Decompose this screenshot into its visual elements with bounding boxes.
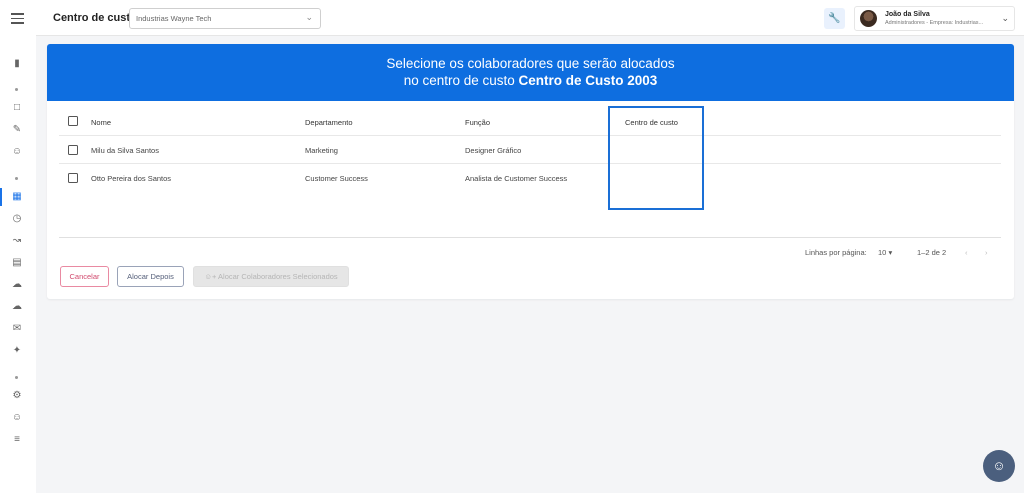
banner-line-2-prefix: no centro de custo (403, 73, 519, 88)
chat-icon[interactable]: ▤ (10, 256, 24, 270)
cost-center-name: Centro de Custo 2003 (518, 73, 658, 88)
rows-per-page-value: 10 (878, 248, 887, 257)
cost-center-column-highlight (608, 106, 704, 210)
column-header-funcao[interactable]: Função (465, 118, 490, 127)
user-role: Administradores - Empresa: Industrias... (885, 20, 984, 26)
chevron-down-icon: ⌄ (305, 12, 313, 22)
nav-separator-dot (15, 88, 18, 91)
row-checkbox[interactable] (68, 173, 78, 183)
top-bar: Centro de custo Industrias Wayne Tech ⌄ … (36, 0, 1024, 36)
allocation-banner: Selecione os colaboradores que serão alo… (47, 44, 1014, 101)
nav-separator-dot (15, 177, 18, 180)
settings-icon[interactable]: ⚙ (10, 389, 24, 403)
tool-icon[interactable]: ✦ (10, 344, 24, 358)
page-title: Centro de custo (53, 12, 137, 24)
select-all-checkbox[interactable] (68, 116, 78, 126)
chevron-left-icon[interactable]: ‹ (965, 248, 968, 257)
cell-nome: Otto Pereira dos Santos (91, 174, 172, 183)
nav-separator-dot (15, 376, 18, 379)
side-nav-rail: ▮ □ ✎ ☺ ▦ ◷ ↝ ▤ ☁ ☁ ✉ ✦ ⚙ ☺ ≡ (0, 0, 36, 493)
wrench-icon[interactable]: 🔧 (824, 8, 845, 29)
row-checkbox[interactable] (68, 145, 78, 155)
cloud-sync-icon[interactable]: ☁ (10, 300, 24, 314)
chevron-down-icon: ⌄ (1001, 13, 1009, 23)
caret-down-icon: ▾ (888, 248, 893, 257)
mail-icon[interactable]: ✉ (10, 322, 24, 336)
cell-departamento: Marketing (305, 146, 338, 155)
support-icon[interactable]: ☺ (983, 450, 1015, 482)
table-row[interactable]: Milu da Silva Santos Marketing Designer … (59, 136, 1001, 164)
column-header-departamento[interactable]: Departamento (305, 118, 353, 127)
menu-icon[interactable] (11, 13, 24, 24)
column-header-nome[interactable]: Nome (91, 118, 111, 127)
cancel-button[interactable]: Cancelar (60, 266, 109, 287)
cloud-icon[interactable]: ☁ (10, 278, 24, 292)
cell-nome: Milu da Silva Santos (91, 146, 159, 155)
allocation-card: Selecione os colaboradores que serão alo… (47, 44, 1014, 299)
pagination-range: 1–2 de 2 (917, 248, 947, 257)
dashboard-icon[interactable]: ▮ (10, 57, 24, 71)
cell-departamento: Customer Success (305, 174, 368, 183)
allocate-later-button[interactable]: Alocar Depois (117, 266, 184, 287)
company-select-value: Industrias Wayne Tech (136, 14, 212, 23)
cost-center-icon[interactable]: ▦ (10, 190, 24, 204)
banner-line-2: no centro de custo Centro de Custo 2003 (47, 73, 1014, 88)
active-nav-indicator (0, 188, 2, 206)
person-icon[interactable]: ☺ (10, 145, 24, 159)
user-name: João da Silva (885, 11, 930, 18)
edit-icon[interactable]: ✎ (10, 123, 24, 137)
avatar (860, 10, 877, 27)
user-menu[interactable]: João da Silva Administradores - Empresa:… (854, 6, 1015, 31)
cell-funcao: Designer Gráfico (465, 146, 522, 155)
checklist-icon[interactable]: ≡ (10, 433, 24, 447)
rows-per-page-label: Linhas por página: (805, 248, 867, 257)
banner-line-1: Selecione os colaboradores que serão alo… (386, 56, 675, 71)
allocate-selected-label: Alocar Colaboradores Selecionados (218, 272, 338, 281)
allocate-selected-button[interactable]: ☺+ Alocar Colaboradores Selecionados (193, 266, 349, 287)
chevron-right-icon[interactable]: › (985, 248, 988, 257)
table-row[interactable]: Otto Pereira dos Santos Customer Success… (59, 164, 1001, 192)
employees-table: Nome Departamento Função Centro de custo… (59, 107, 1001, 238)
add-person-icon: ☺+ (204, 272, 217, 281)
rows-per-page-select[interactable]: 10 ▾ (878, 248, 892, 257)
table-header: Nome Departamento Função Centro de custo (59, 107, 1001, 136)
chart-line-icon[interactable]: ↝ (10, 234, 24, 248)
company-select[interactable]: Industrias Wayne Tech ⌄ (129, 8, 321, 29)
document-icon[interactable]: □ (10, 101, 24, 115)
user-icon[interactable]: ☺ (10, 411, 24, 425)
cell-funcao: Analista de Customer Success (465, 174, 568, 183)
alarm-icon[interactable]: ◷ (10, 212, 24, 226)
table-footer-divider (59, 192, 1001, 238)
